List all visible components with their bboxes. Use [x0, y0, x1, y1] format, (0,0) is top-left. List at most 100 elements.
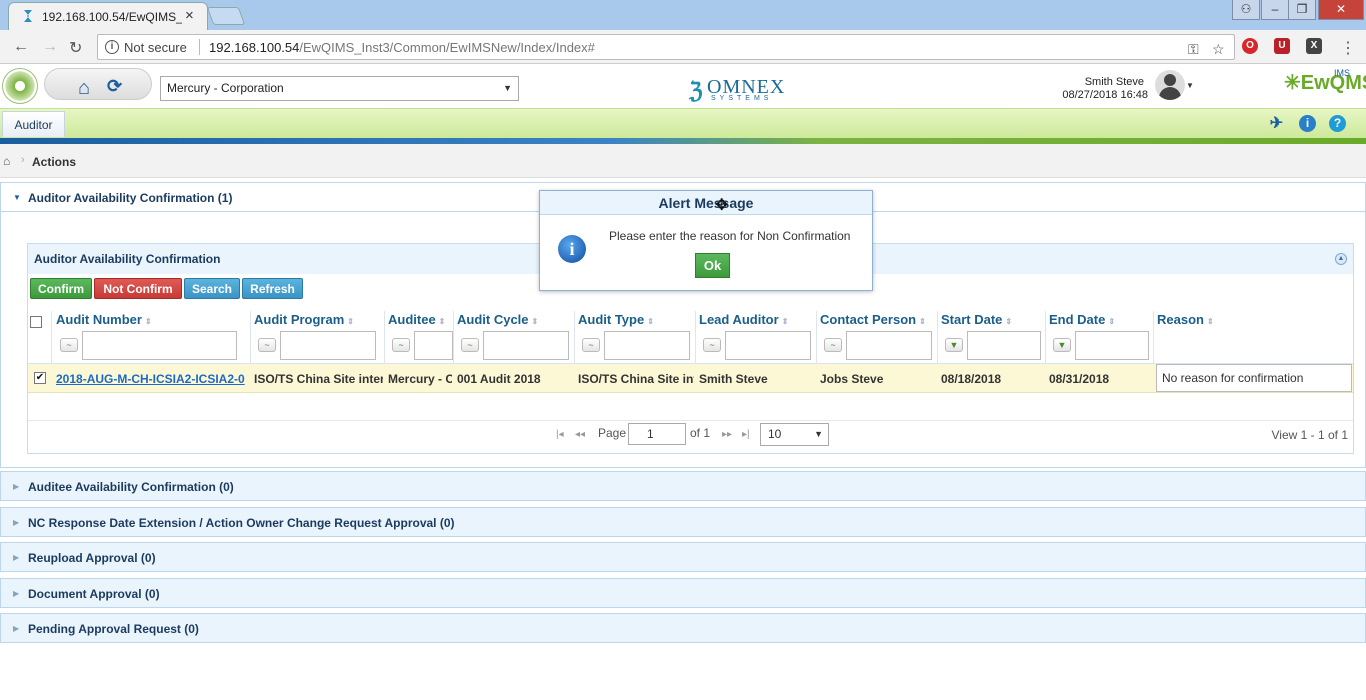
col-end-date[interactable]: End Date ⇕	[1049, 312, 1151, 332]
filter-audit-type-input[interactable]	[604, 331, 690, 360]
col-audit-type[interactable]: Audit Type ⇕	[578, 312, 691, 332]
filter-op-audit-type[interactable]: ~	[582, 338, 600, 352]
section-document-approval[interactable]: ▶ Document Approval (0)	[0, 578, 1366, 608]
minimize-button[interactable]: –	[1261, 0, 1289, 20]
avatar[interactable]	[1155, 70, 1185, 100]
omnex-sub: SYSTEMS	[711, 95, 773, 102]
col-auditee[interactable]: Auditee ⇕	[388, 312, 452, 332]
section-title: Reupload Approval (0)	[28, 551, 156, 565]
audit-number-link[interactable]: 2018-AUG-M-CH-ICSIA2-ICSIA2-0	[56, 372, 249, 386]
page-number-input[interactable]: 1	[628, 423, 686, 445]
home-icon[interactable]: ⌂	[78, 77, 90, 100]
refresh-button[interactable]: Refresh	[242, 278, 303, 299]
filter-audit-program-input[interactable]	[280, 331, 376, 360]
info-icon: i	[558, 235, 586, 263]
filter-start-date-icon[interactable]: ▼	[945, 338, 963, 352]
back-icon[interactable]: ←	[13, 38, 29, 56]
section-reupload-approval[interactable]: ▶ Reupload Approval (0)	[0, 542, 1366, 572]
first-page-icon[interactable]: |◂	[556, 429, 564, 440]
cell-start-date: 08/18/2018	[941, 372, 1002, 386]
key-icon[interactable]: ⚿	[1188, 41, 1199, 58]
page-size-select[interactable]: 10 ▼	[760, 423, 829, 446]
refresh-icon[interactable]: ⟳	[107, 76, 122, 97]
organization-select[interactable]: Mercury - Corporation ▼	[160, 76, 519, 101]
url-separator	[199, 39, 200, 55]
filter-contact-person-input[interactable]	[846, 331, 932, 360]
section-auditee-availability[interactable]: ▶ Auditee Availability Confirmation (0)	[0, 471, 1366, 501]
role-toolbar: Auditor ✈ i ?	[0, 108, 1366, 138]
user-menu-caret-icon[interactable]: ▼	[1186, 81, 1194, 90]
col-audit-program[interactable]: Audit Program ⇕	[254, 312, 382, 332]
next-page-icon[interactable]: ▸▸	[722, 429, 732, 440]
user-datetime: 08/27/2018 16:48	[1062, 89, 1148, 101]
filter-audit-number-input[interactable]	[82, 331, 237, 360]
confirm-button[interactable]: Confirm	[30, 278, 92, 299]
last-page-icon[interactable]: ▸|	[742, 429, 750, 440]
info-icon[interactable]: i	[1299, 115, 1316, 132]
product-logo: ✳EwQMSIMS	[1284, 68, 1366, 95]
url-box[interactable]: i Not secure 192.168.100.54/EwQIMS_Inst3…	[97, 34, 1235, 60]
filter-op-auditee[interactable]: ~	[392, 338, 410, 352]
help-icon[interactable]: ?	[1329, 115, 1346, 132]
filter-op-contact-person[interactable]: ~	[824, 338, 842, 352]
collapse-icon[interactable]: ▲	[1335, 253, 1347, 265]
col-reason[interactable]: Reason ⇕	[1157, 312, 1347, 332]
app-menu-logo-icon[interactable]	[2, 68, 38, 104]
collapsed-triangle-icon: ▶	[13, 553, 20, 562]
user-name: Smith Steve	[1084, 76, 1144, 88]
prev-page-icon[interactable]: ◂◂	[575, 429, 585, 440]
filter-op-audit-program[interactable]: ~	[258, 338, 276, 352]
collapsed-triangle-icon: ▶	[13, 482, 20, 491]
filter-op-audit-cycle[interactable]: ~	[461, 338, 479, 352]
collapsed-triangle-icon: ▶	[13, 624, 20, 633]
product-logo-sup: IMS	[1334, 68, 1351, 78]
filter-audit-cycle-input[interactable]	[483, 331, 569, 360]
col-start-date[interactable]: Start Date ⇕	[941, 312, 1043, 332]
select-all-checkbox[interactable]	[30, 316, 42, 328]
tab-auditor[interactable]: Auditor	[2, 111, 65, 137]
not-confirm-button[interactable]: Not Confirm	[94, 278, 182, 299]
filter-lead-auditor-input[interactable]	[725, 331, 811, 360]
x-extension-icon[interactable]: X	[1306, 38, 1322, 54]
filter-end-date-input[interactable]	[1075, 331, 1149, 360]
filter-end-date-icon[interactable]: ▼	[1053, 338, 1071, 352]
alert-title[interactable]: Alert Message	[540, 191, 872, 215]
new-tab-button[interactable]	[206, 7, 246, 25]
star-icon[interactable]: ☆	[1212, 41, 1225, 58]
organization-select-value: Mercury - Corporation	[167, 81, 284, 95]
menu-icon[interactable]: ⋮	[1340, 38, 1356, 58]
info-icon[interactable]: i	[105, 40, 119, 54]
col-audit-number[interactable]: Audit Number ⇕	[56, 312, 246, 332]
pin-icon[interactable]: ✈	[1268, 115, 1285, 132]
ok-button[interactable]: Ok	[695, 253, 730, 278]
filter-start-date-input[interactable]	[967, 331, 1041, 360]
view-count: View 1 - 1 of 1	[1271, 428, 1349, 442]
cell-auditee: Mercury - Co	[388, 372, 452, 386]
search-button[interactable]: Search	[184, 278, 240, 299]
browser-tabstrip: 192.168.100.54/EwQIMS_ × ⚇ – ❐ ✕	[0, 0, 1366, 30]
section-pending-approval[interactable]: ▶ Pending Approval Request (0)	[0, 613, 1366, 643]
opera-extension-icon[interactable]: O	[1242, 38, 1258, 54]
reload-icon[interactable]: ↻	[69, 38, 82, 58]
url-host: 192.168.100.54	[209, 40, 300, 55]
section-title: Document Approval (0)	[28, 587, 160, 601]
col-contact-person[interactable]: Contact Person ⇕	[820, 312, 934, 332]
forward-icon[interactable]: →	[42, 38, 58, 56]
filter-auditee-input[interactable]	[414, 331, 453, 360]
tab-close-icon[interactable]: ×	[185, 7, 194, 24]
filter-op-lead-auditor[interactable]: ~	[703, 338, 721, 352]
row-checkbox[interactable]: ✔	[34, 372, 46, 384]
window-close-button[interactable]: ✕	[1318, 0, 1364, 20]
breadcrumb-separator: ›	[21, 154, 25, 166]
profile-icon[interactable]: ⚇	[1232, 0, 1260, 20]
home-pill	[44, 68, 152, 100]
shield-extension-icon[interactable]: U	[1274, 38, 1290, 54]
col-audit-cycle[interactable]: Audit Cycle ⇕	[457, 312, 572, 332]
section-nc-response[interactable]: ▶ NC Response Date Extension / Action Ow…	[0, 507, 1366, 537]
filter-op-audit-number[interactable]: ~	[60, 338, 78, 352]
breadcrumb-home-icon[interactable]: ⌂	[3, 154, 10, 168]
browser-tab[interactable]: 192.168.100.54/EwQIMS_ ×	[8, 2, 208, 30]
col-lead-auditor[interactable]: Lead Auditor ⇕	[699, 312, 813, 332]
reason-input[interactable]: No reason for confirmation	[1156, 364, 1352, 392]
maximize-button[interactable]: ❐	[1288, 0, 1316, 20]
